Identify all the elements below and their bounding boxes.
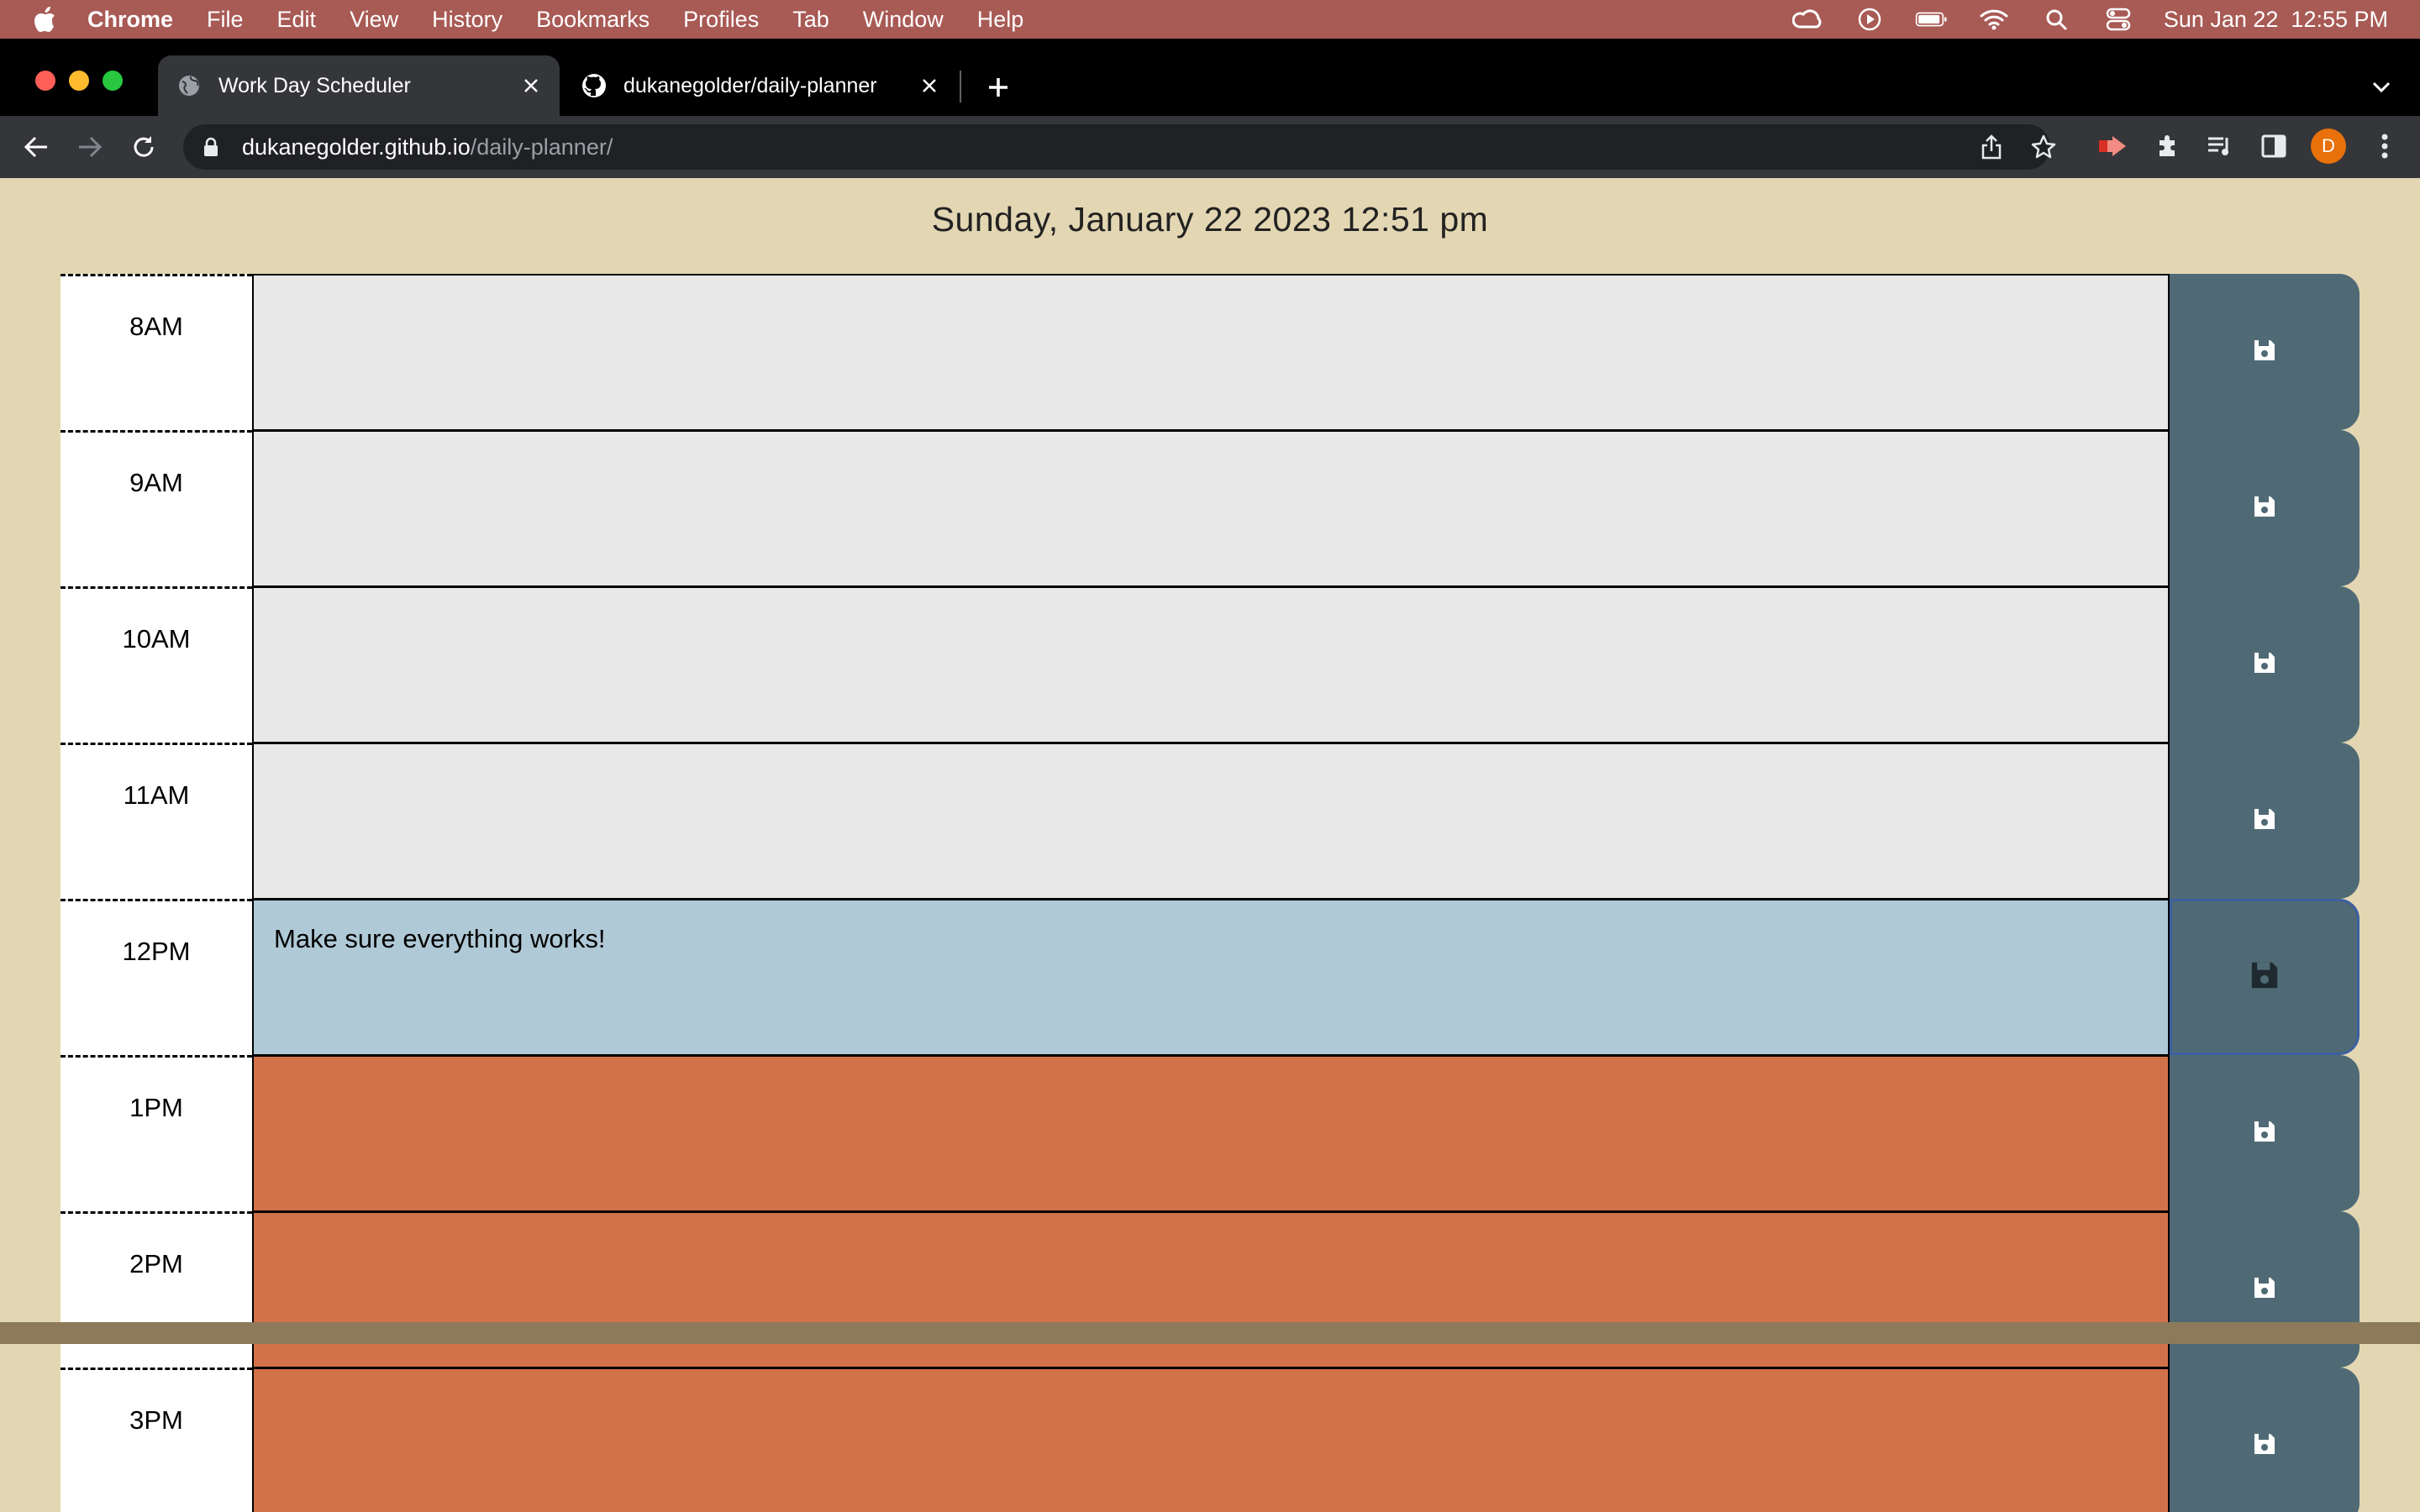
description-textarea[interactable] [252, 586, 2170, 743]
tab-search-chevron-down-icon[interactable] [2366, 72, 2396, 102]
tab-github-daily-planner[interactable]: dukanegolder/daily-planner [563, 55, 958, 116]
hour-label: 12PM [60, 899, 252, 1055]
github-icon [581, 73, 607, 98]
tab-title: dukanegolder/daily-planner [623, 73, 877, 97]
time-block: 9AM [60, 430, 2360, 586]
forward-arrow-icon[interactable] [69, 126, 111, 168]
hour-label: 9AM [60, 430, 252, 586]
reload-icon[interactable] [123, 126, 165, 168]
hour-label: 8AM [60, 274, 252, 430]
description-textarea[interactable] [252, 1211, 2170, 1368]
tab-work-day-scheduler[interactable]: Work Day Scheduler [158, 55, 560, 116]
save-button[interactable] [2170, 274, 2360, 430]
save-button[interactable] [2170, 743, 2360, 899]
menu-file[interactable]: File [207, 7, 244, 33]
save-button[interactable] [2170, 1211, 2360, 1368]
time-block: 2PM [60, 1211, 2360, 1368]
back-arrow-icon[interactable] [15, 126, 57, 168]
menu-bookmarks[interactable]: Bookmarks [536, 7, 650, 33]
save-floppy-icon [2252, 1275, 2277, 1305]
time-block: 8AM [60, 274, 2360, 430]
new-tab-plus-icon[interactable] [981, 71, 1015, 104]
spotlight-search-icon[interactable] [2039, 7, 2073, 32]
tab-separator [960, 71, 961, 102]
macos-menu-bar: Chrome File Edit View History Bookmarks … [0, 0, 2420, 39]
extensions-puzzle-icon[interactable] [2151, 129, 2185, 163]
save-button[interactable] [2170, 1055, 2360, 1211]
bookmark-star-icon[interactable] [2028, 132, 2059, 162]
save-button[interactable] [2170, 586, 2360, 743]
hour-label: 1PM [60, 1055, 252, 1211]
control-center-icon[interactable] [2102, 7, 2135, 32]
lock-icon[interactable] [203, 136, 222, 158]
save-button[interactable] [2170, 430, 2360, 586]
description-textarea[interactable] [252, 743, 2170, 899]
hour-label: 11AM [60, 743, 252, 899]
menu-bar-clock[interactable]: Sun Jan 22 12:55 PM [2164, 7, 2388, 33]
url-host: dukanegolder.github.io [242, 134, 471, 160]
current-day: Sunday, January 22 2023 12:51 pm [931, 200, 1489, 239]
time-block: 11AM [60, 743, 2360, 899]
side-panel-icon[interactable] [2257, 129, 2291, 163]
tab-close-icon[interactable] [516, 71, 546, 101]
time-block: 10AM [60, 586, 2360, 743]
time-block: 3PM [60, 1368, 2360, 1512]
chrome-menu-kebab-icon[interactable] [2368, 129, 2402, 163]
menu-edit[interactable]: Edit [277, 7, 317, 33]
menu-bar-status-area: Sun Jan 22 12:55 PM [1791, 0, 2388, 39]
menu-window[interactable]: Window [863, 7, 944, 33]
save-button[interactable] [2170, 1368, 2360, 1512]
play-circle-icon[interactable] [1853, 7, 1886, 32]
desktop-wallpaper-strip [0, 1322, 2420, 1344]
save-floppy-icon [2252, 806, 2277, 836]
extension-red-arrow-icon[interactable] [2096, 129, 2129, 163]
description-textarea[interactable] [252, 1368, 2170, 1512]
window-minimize-button[interactable] [69, 71, 89, 91]
description-textarea[interactable] [252, 274, 2170, 430]
window-zoom-button[interactable] [103, 71, 123, 91]
wifi-icon[interactable] [1977, 7, 2011, 32]
hour-label: 10AM [60, 586, 252, 743]
menu-history[interactable]: History [432, 7, 502, 33]
globe-icon [176, 73, 202, 98]
save-floppy-icon [2252, 1431, 2277, 1461]
tab-close-icon[interactable] [914, 71, 944, 101]
profile-avatar[interactable]: D [2311, 129, 2346, 164]
save-floppy-icon [2252, 1119, 2277, 1148]
save-button[interactable] [2170, 899, 2360, 1055]
save-floppy-icon [2252, 494, 2277, 523]
menu-profiles[interactable]: Profiles [683, 7, 759, 33]
tab-title: Work Day Scheduler [218, 73, 411, 97]
hour-label: 3PM [60, 1368, 252, 1512]
description-textarea[interactable]: Make sure everything works! [252, 899, 2170, 1055]
save-floppy-icon [2252, 338, 2277, 367]
menu-view[interactable]: View [350, 7, 398, 33]
share-icon[interactable] [1976, 132, 2007, 162]
url-path: /daily-planner/ [470, 134, 613, 160]
description-textarea[interactable] [252, 430, 2170, 586]
menu-tab[interactable]: Tab [792, 7, 829, 33]
battery-icon[interactable] [1915, 7, 1949, 32]
window-close-button[interactable] [35, 71, 55, 91]
save-floppy-icon [2252, 650, 2277, 680]
description-textarea[interactable] [252, 1055, 2170, 1211]
media-playlist-icon[interactable] [2203, 129, 2237, 163]
creative-cloud-icon[interactable] [1791, 7, 1824, 32]
hour-label: 2PM [60, 1211, 252, 1368]
time-block: 1PM [60, 1055, 2360, 1211]
menu-app-chrome[interactable]: Chrome [87, 7, 173, 33]
address-bar[interactable]: dukanegolder.github.io/daily-planner/ [183, 124, 2056, 170]
save-floppy-icon [2249, 959, 2281, 995]
menu-help[interactable]: Help [977, 7, 1024, 33]
apple-logo-icon[interactable] [32, 5, 57, 34]
page-content: Sunday, January 22 2023 12:51 pm 8AM 9AM… [0, 178, 2420, 1512]
time-block: 12PM Make sure everything works! [60, 899, 2360, 1055]
